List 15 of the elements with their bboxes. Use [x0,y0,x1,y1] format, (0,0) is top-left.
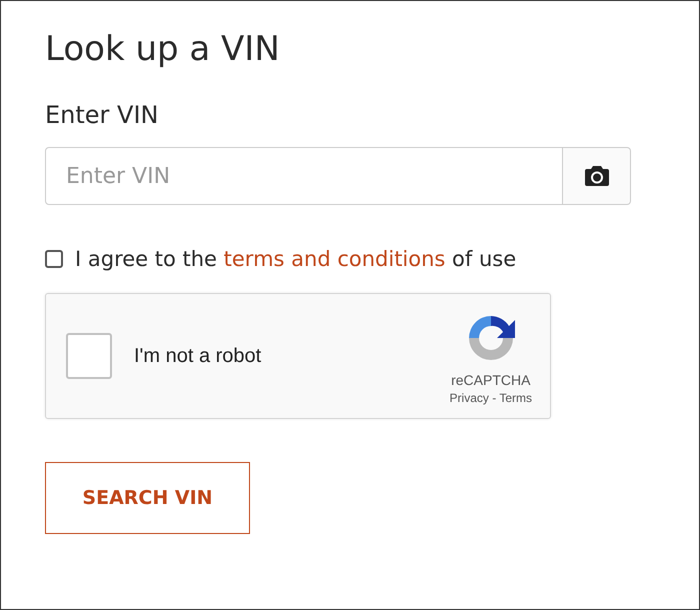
recaptcha-brand: reCAPTCHA [451,372,530,388]
robot-label: I'm not a robot [134,344,262,368]
terms-link[interactable]: terms and conditions [224,247,446,271]
recaptcha-links: Privacy - Terms [450,390,532,404]
camera-icon [584,165,610,187]
privacy-link[interactable]: Privacy [450,390,489,404]
robot-checkbox[interactable] [66,333,112,379]
field-label: Enter VIN [45,101,158,129]
page-title: Look up a VIN [45,29,280,69]
search-vin-button[interactable]: SEARCH VIN [45,462,250,534]
agreement-text: I agree to the terms and conditions of use [75,247,516,271]
agree-checkbox[interactable] [45,250,63,268]
camera-button[interactable] [563,147,631,205]
vin-input-field[interactable]: Enter VIN [45,147,563,205]
terms-link[interactable]: Terms [499,390,532,404]
